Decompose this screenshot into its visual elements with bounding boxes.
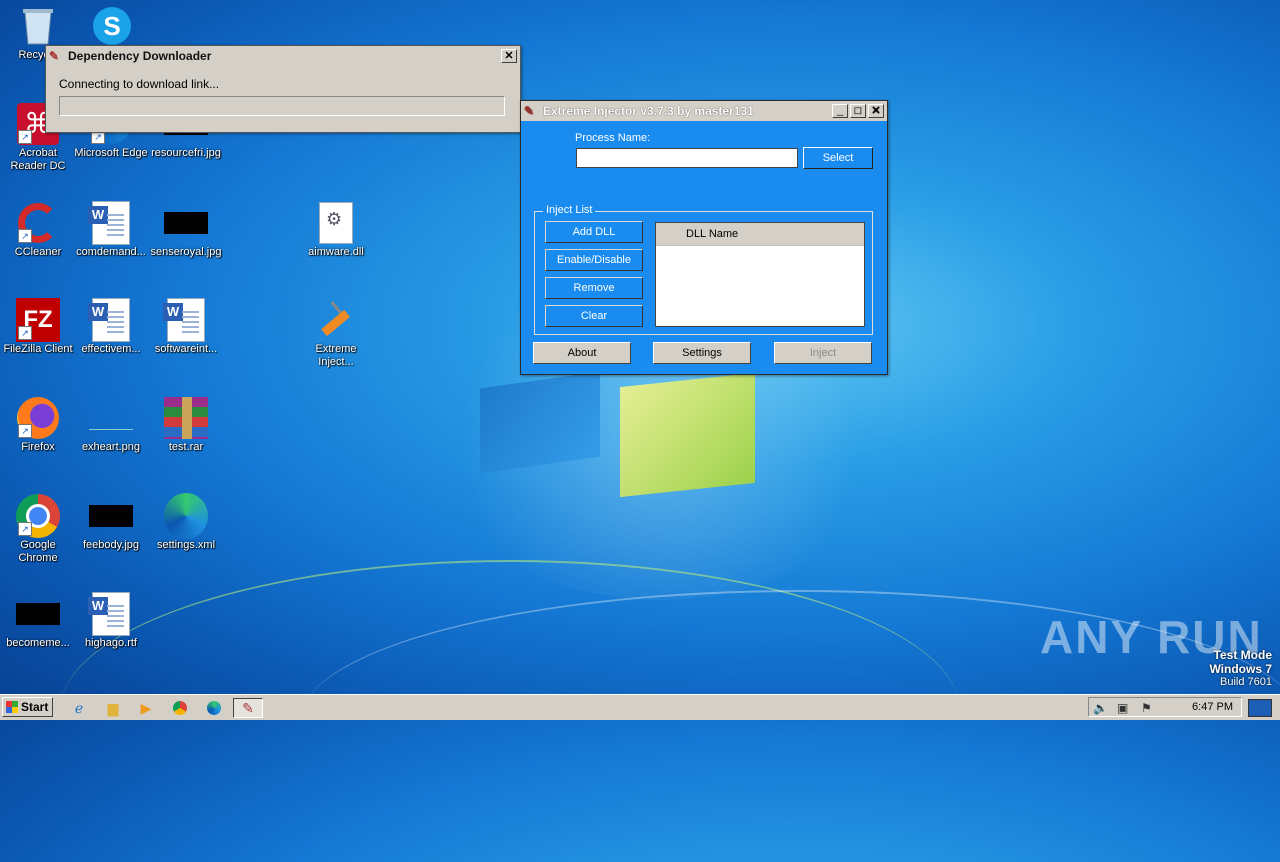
process-name-input[interactable]: [576, 148, 798, 168]
word-document-icon: W: [88, 298, 133, 342]
desktop-icon-becomeme[interactable]: becomeme...: [0, 594, 76, 650]
edge-icon: [164, 493, 208, 539]
desktop-icon-exheart[interactable]: exheart.png: [73, 398, 149, 454]
desktop-icon-extreme-injector[interactable]: Extreme Inject...: [298, 300, 374, 369]
clear-button[interactable]: Clear: [545, 305, 643, 327]
image-thumbnail-icon: [89, 398, 133, 438]
maximize-button[interactable]: □: [850, 104, 866, 118]
desktop-icon-firefox[interactable]: ↗ Firefox: [0, 397, 76, 454]
show-desktop-button[interactable]: [1248, 699, 1272, 717]
winrar-icon: [164, 397, 208, 439]
desktop-icon-test-rar[interactable]: test.rar: [148, 397, 224, 454]
ccleaner-icon: ↗: [16, 203, 60, 243]
window-title: Extreme Injector v3.7.3 by master131: [543, 104, 754, 118]
dll-list[interactable]: DLL Name: [655, 222, 865, 327]
edge-icon[interactable]: [203, 698, 225, 718]
extreme-injector-icon[interactable]: ✎: [233, 698, 263, 718]
word-document-icon: W: [88, 201, 133, 245]
close-button[interactable]: ✕: [868, 104, 884, 118]
desktop-icon-filezilla[interactable]: FZ ↗ FileZilla Client: [0, 298, 76, 356]
shortcut-arrow-icon: ↗: [18, 229, 32, 243]
close-button[interactable]: ✕: [501, 49, 517, 63]
syringe-icon: ✎: [49, 49, 60, 63]
windows-logo: [480, 370, 780, 520]
image-thumbnail-icon: [89, 496, 133, 536]
process-name-label: Process Name:: [575, 132, 651, 144]
remove-button[interactable]: Remove: [545, 277, 643, 299]
window-title: Dependency Downloader: [68, 49, 212, 63]
media-player-icon[interactable]: ▶: [135, 698, 157, 718]
dll-settings-icon: ⚙: [314, 202, 358, 244]
shortcut-arrow-icon: ↗: [18, 130, 32, 144]
internet-explorer-icon[interactable]: ℯ: [68, 698, 90, 718]
word-document-icon: W: [88, 592, 133, 636]
inject-button[interactable]: Inject: [774, 342, 872, 364]
extreme-injector-window[interactable]: ✎ Extreme Injector v3.7.3 by master131 _…: [520, 100, 888, 375]
chrome-icon[interactable]: [169, 698, 191, 718]
extreme-injector-titlebar[interactable]: ✎ Extreme Injector v3.7.3 by master131 _…: [521, 101, 887, 121]
action-center-flag-icon[interactable]: ⚑: [1141, 701, 1152, 715]
desktop-icon-senseroyal[interactable]: senseroyal.jpg: [148, 203, 224, 259]
clock[interactable]: 6:47 PM: [1192, 701, 1233, 713]
dependency-downloader-titlebar[interactable]: ✎ Dependency Downloader ✕: [46, 46, 520, 66]
enable-disable-button[interactable]: Enable/Disable: [545, 249, 643, 271]
desktop-icon-skype[interactable]: S: [74, 6, 150, 49]
windows-flag-icon: [6, 701, 18, 713]
syringe-icon: [314, 300, 358, 340]
desktop-icon-aimware-dll[interactable]: ⚙ aimware.dll: [298, 202, 374, 259]
inject-list-label: Inject List: [543, 204, 596, 216]
desktop-icon-settings-xml[interactable]: settings.xml: [148, 493, 224, 552]
test-mode-watermark: Test Mode Windows 7 Build 7601: [1209, 648, 1272, 688]
desktop-icon-feebody[interactable]: feebody.jpg: [73, 496, 149, 552]
dependency-downloader-window[interactable]: ✎ Dependency Downloader ✕ Connecting to …: [45, 45, 521, 133]
status-message: Connecting to download link...: [59, 77, 220, 91]
syringe-icon: ✎: [524, 104, 535, 118]
recycle-bin-icon: [16, 6, 60, 46]
skype-icon: S: [90, 6, 134, 46]
dll-name-column-header[interactable]: DLL Name: [656, 223, 864, 246]
desktop-icon-softwareint[interactable]: W softwareint...: [148, 298, 224, 356]
minimize-button[interactable]: _: [832, 104, 848, 118]
desktop-icon-ccleaner[interactable]: ↗ CCleaner: [0, 203, 76, 259]
select-process-button[interactable]: Select: [803, 147, 873, 169]
network-icon[interactable]: ▣: [1117, 701, 1128, 715]
image-thumbnail-icon: [16, 594, 60, 634]
desktop-icon-comdemand[interactable]: W comdemand...: [73, 201, 149, 259]
add-dll-button[interactable]: Add DLL: [545, 221, 643, 243]
inject-list-group: Inject List Add DLL Enable/Disable Remov…: [534, 204, 873, 335]
shortcut-arrow-icon: ↗: [18, 326, 32, 340]
file-explorer-icon[interactable]: ▆: [102, 698, 124, 718]
taskbar: Start ℯ ▆ ▶ ✎ 🔈 ▣ ⚑ 6:47 PM: [0, 694, 1280, 720]
desktop-icon-google-chrome[interactable]: ↗ Google Chrome: [0, 494, 76, 565]
volume-icon[interactable]: 🔈: [1093, 701, 1108, 715]
desktop-icon-highago[interactable]: W highago.rtf: [73, 592, 149, 650]
shortcut-arrow-icon: ↗: [18, 522, 32, 536]
filezilla-icon: FZ ↗: [16, 298, 60, 342]
image-thumbnail-icon: [164, 203, 208, 243]
download-progress-bar: [59, 96, 505, 116]
about-button[interactable]: About: [533, 342, 631, 364]
start-button[interactable]: Start: [2, 697, 53, 717]
firefox-icon: ↗: [16, 397, 60, 439]
system-tray: 🔈 ▣ ⚑ 6:47 PM: [1088, 697, 1242, 717]
chrome-icon: ↗: [16, 494, 60, 538]
shortcut-arrow-icon: ↗: [18, 424, 32, 438]
desktop-icon-effectivem[interactable]: W effectivem...: [73, 298, 149, 356]
word-document-icon: W: [163, 298, 208, 342]
settings-button[interactable]: Settings: [653, 342, 751, 364]
